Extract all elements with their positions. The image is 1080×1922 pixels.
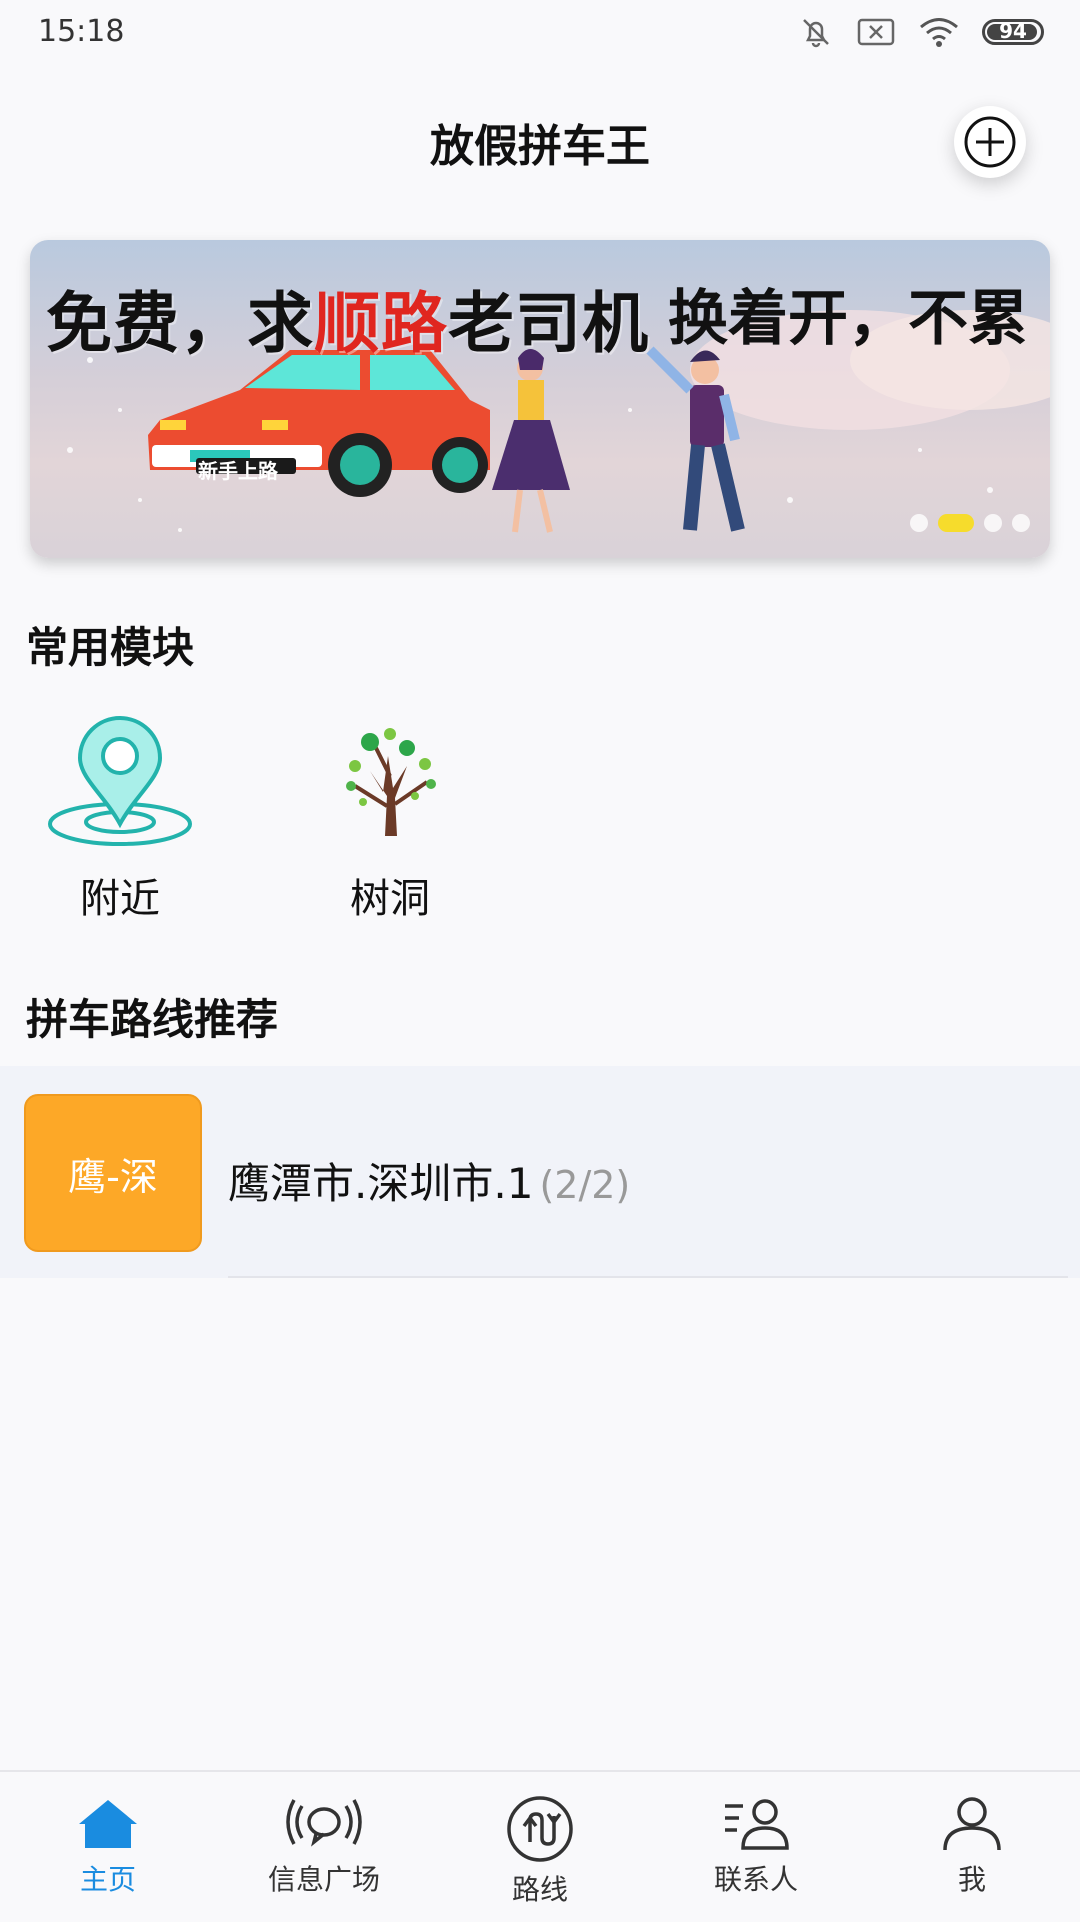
plus-circle-icon <box>964 116 1016 168</box>
promo-banner[interactable]: 免费，求顺路老司机 换着开，不累 新手上路 <box>30 240 1050 558</box>
battery-icon: 94 <box>982 19 1044 45</box>
banner-dot[interactable] <box>984 514 1002 532</box>
nav-item-route[interactable]: 路线 <box>432 1772 648 1922</box>
status-icons: 94 <box>798 12 1044 52</box>
nav-label: 主页 <box>79 1863 136 1896</box>
profile-icon <box>943 1797 1001 1851</box>
modules-section-title: 常用模块 <box>26 623 195 672</box>
status-bar: 15:18 94 <box>0 0 1080 64</box>
nav-item-me[interactable]: 我 <box>864 1772 1080 1922</box>
nav-label: 我 <box>957 1863 986 1896</box>
banner-dot-active[interactable] <box>938 514 974 532</box>
banner-headline-right: 换着开，不累 <box>668 284 1028 354</box>
module-label: 树洞 <box>350 876 430 922</box>
module-treehole[interactable]: 树洞 <box>300 716 480 924</box>
route-name-line: 鹰潭市.深圳市.1 (2/2) <box>228 1150 630 1211</box>
route-list-item[interactable]: 鹰-深 鹰潭市.深圳市.1 (2/2) <box>0 1066 1080 1278</box>
home-icon <box>79 1800 137 1848</box>
nav-label: 路线 <box>511 1873 568 1906</box>
routes-section-title: 拼车路线推荐 <box>26 995 279 1044</box>
location-pin-icon <box>48 716 192 846</box>
module-nearby[interactable]: 附近 <box>30 716 210 924</box>
wifi-icon <box>920 18 958 47</box>
route-tag: 鹰-深 <box>24 1094 202 1252</box>
banner-dot[interactable] <box>1012 514 1030 532</box>
banner-dot[interactable] <box>910 514 928 532</box>
contacts-icon <box>725 1799 789 1850</box>
car-plate-label: 新手上路 <box>198 459 278 483</box>
battery-level: 94 <box>999 19 1027 43</box>
add-button[interactable] <box>954 106 1026 178</box>
banner-pagination[interactable] <box>910 514 1030 532</box>
page-title: 放假拼车王 <box>430 121 650 172</box>
route-seat-count: (2/2) <box>539 1163 631 1207</box>
tree-icon <box>346 728 436 836</box>
route-icon <box>507 1796 573 1862</box>
nav-item-info-square[interactable]: 信息广场 <box>216 1772 432 1922</box>
sim-error-icon <box>857 18 895 46</box>
broadcast-icon <box>286 1799 362 1847</box>
nav-item-contacts[interactable]: 联系人 <box>648 1772 864 1922</box>
bottom-nav: 主页 信息广场 路线 联系人 我 <box>0 1770 1080 1922</box>
status-time: 15:18 <box>38 14 125 49</box>
banner-headline-left: 免费，求顺路老司机 <box>46 285 649 362</box>
nav-label: 信息广场 <box>267 1863 380 1896</box>
bell-muted-icon <box>803 19 829 48</box>
nav-label: 联系人 <box>713 1863 798 1896</box>
woman-illustration <box>492 349 570 533</box>
nav-item-home[interactable]: 主页 <box>0 1772 216 1922</box>
module-label: 附近 <box>80 876 160 922</box>
route-name: 鹰潭市.深圳市.1 <box>228 1159 534 1208</box>
divider <box>228 1276 1068 1278</box>
